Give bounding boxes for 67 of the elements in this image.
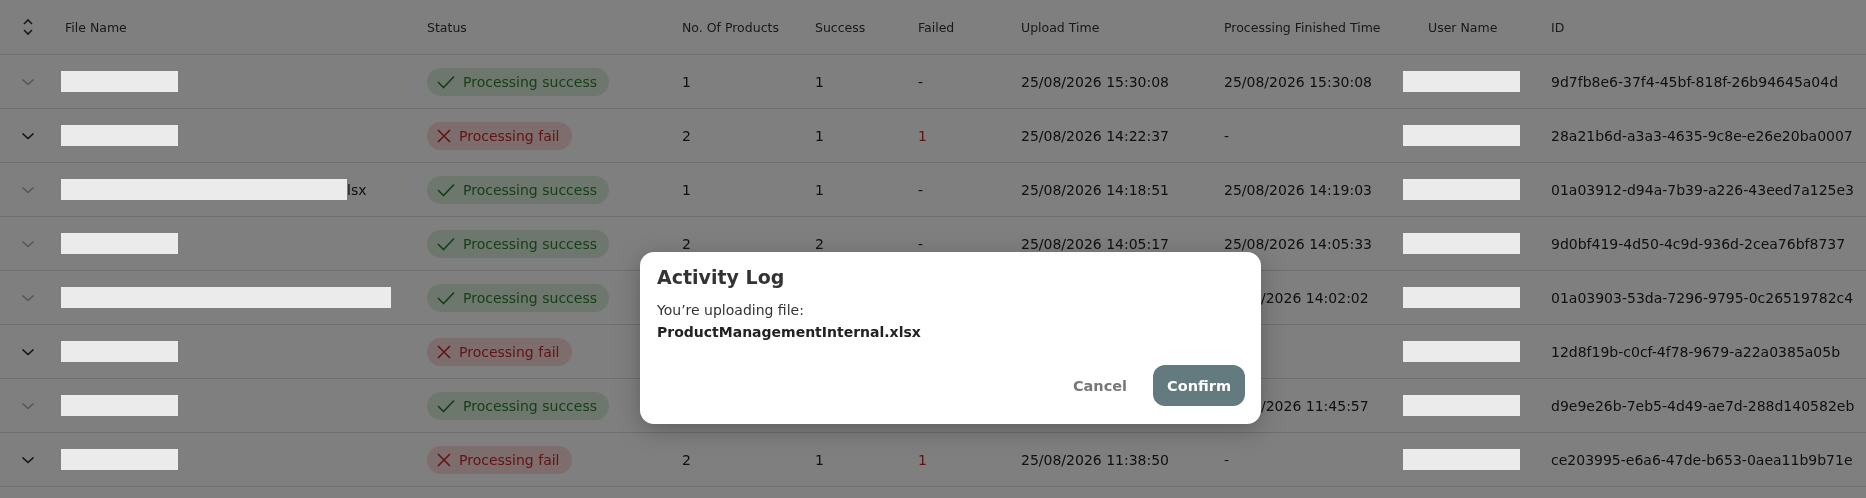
status-badge: Processing success [427, 175, 609, 204]
dialog-title: Activity Log [657, 266, 786, 288]
success-count: 1 [815, 181, 824, 198]
finished-time: 25/08/2026 15:30:08 [1224, 73, 1373, 90]
success-count: 1 [815, 73, 824, 90]
file-name: lsx [347, 181, 367, 198]
cancel-button[interactable]: Cancel [1072, 377, 1128, 394]
column-header[interactable]: Processing Finished Time [1224, 19, 1381, 35]
upload-time: 25/08/2026 14:22:37 [1021, 127, 1170, 144]
status-badge: Processing fail [427, 445, 572, 474]
status-badge: Processing fail [427, 121, 572, 150]
column-header[interactable]: Failed [918, 19, 955, 35]
failed-count: 1 [918, 451, 927, 468]
finished-time: - [1224, 451, 1230, 468]
failed-count: - [918, 181, 924, 198]
product-count: 2 [682, 235, 691, 252]
cross-icon [437, 128, 451, 143]
record-id: 9d0bf419-4d50-4c9d-936d-2cea76bf8737 [1551, 235, 1846, 252]
finished-time: /2026 11:45:57 [1261, 397, 1369, 414]
record-id: 12d8f19b-c0cf-4f78-9679-a22a0385a05b [1551, 343, 1841, 360]
failed-count: 1 [918, 127, 927, 144]
upload-time: 25/08/2026 15:30:08 [1021, 73, 1170, 90]
record-id: ce203995-e6a6-47de-b653-0aea11b9b71e [1551, 451, 1853, 468]
status-badge: Processing success [427, 67, 609, 96]
product-count: 1 [682, 73, 691, 90]
record-id: 28a21b6d-a3a3-4635-9c8e-e26e20ba0007 [1551, 127, 1853, 144]
column-header[interactable]: User Name [1428, 19, 1498, 35]
check-icon [437, 290, 455, 305]
success-count: 2 [815, 235, 824, 252]
failed-count: - [918, 73, 924, 90]
record-id: 01a03903-53da-7296-9795-0c26519782c4 [1551, 289, 1854, 306]
finished-time: - [1224, 127, 1230, 144]
column-header[interactable]: Upload Time [1021, 19, 1100, 35]
status-badge: Processing success [427, 229, 609, 258]
confirm-button[interactable]: Confirm [1153, 365, 1245, 406]
status-badge: Processing success [427, 283, 609, 312]
finished-time: 25/08/2026 14:05:33 [1224, 235, 1373, 252]
failed-count: - [918, 235, 924, 252]
finished-time: 25/08/2026 14:19:03 [1224, 181, 1373, 198]
check-icon [437, 74, 455, 89]
column-header[interactable]: Status [427, 19, 467, 35]
column-header[interactable]: No. Of Products [682, 19, 779, 35]
success-count: 1 [815, 127, 824, 144]
upload-time: 25/08/2026 14:05:17 [1021, 235, 1170, 252]
check-icon [437, 182, 455, 197]
record-id: 9d7fb8e6-37f4-45bf-818f-26b94645a04d [1551, 73, 1839, 90]
dialog-message: You’re uploading file: [657, 302, 805, 318]
record-id: 01a03912-d94a-7b39-a226-43eed7a125e3 [1551, 181, 1854, 198]
file-name: ProductManagementInternal.xlsx [657, 324, 922, 340]
product-count: 2 [682, 127, 691, 144]
product-count: 2 [682, 451, 691, 468]
upload-time: 25/08/2026 14:18:51 [1021, 181, 1170, 198]
success-count: 1 [815, 451, 824, 468]
finished-time: /2026 14:02:02 [1261, 289, 1369, 306]
cross-icon [437, 452, 451, 467]
cross-icon [437, 344, 451, 359]
record-id: d9e9e26b-7eb5-4d49-ae7d-288d140582eb [1551, 397, 1855, 414]
status-badge: Processing success [427, 391, 609, 420]
check-icon [437, 398, 455, 413]
check-icon [437, 236, 455, 251]
product-count: 1 [682, 181, 691, 198]
sort-icon [21, 17, 34, 37]
status-badge: Processing fail [427, 337, 572, 366]
column-header[interactable]: File Name [65, 19, 127, 35]
column-header[interactable]: ID [1551, 19, 1565, 35]
upload-time: 25/08/2026 11:38:50 [1021, 451, 1170, 468]
column-header[interactable]: Success [815, 19, 866, 35]
